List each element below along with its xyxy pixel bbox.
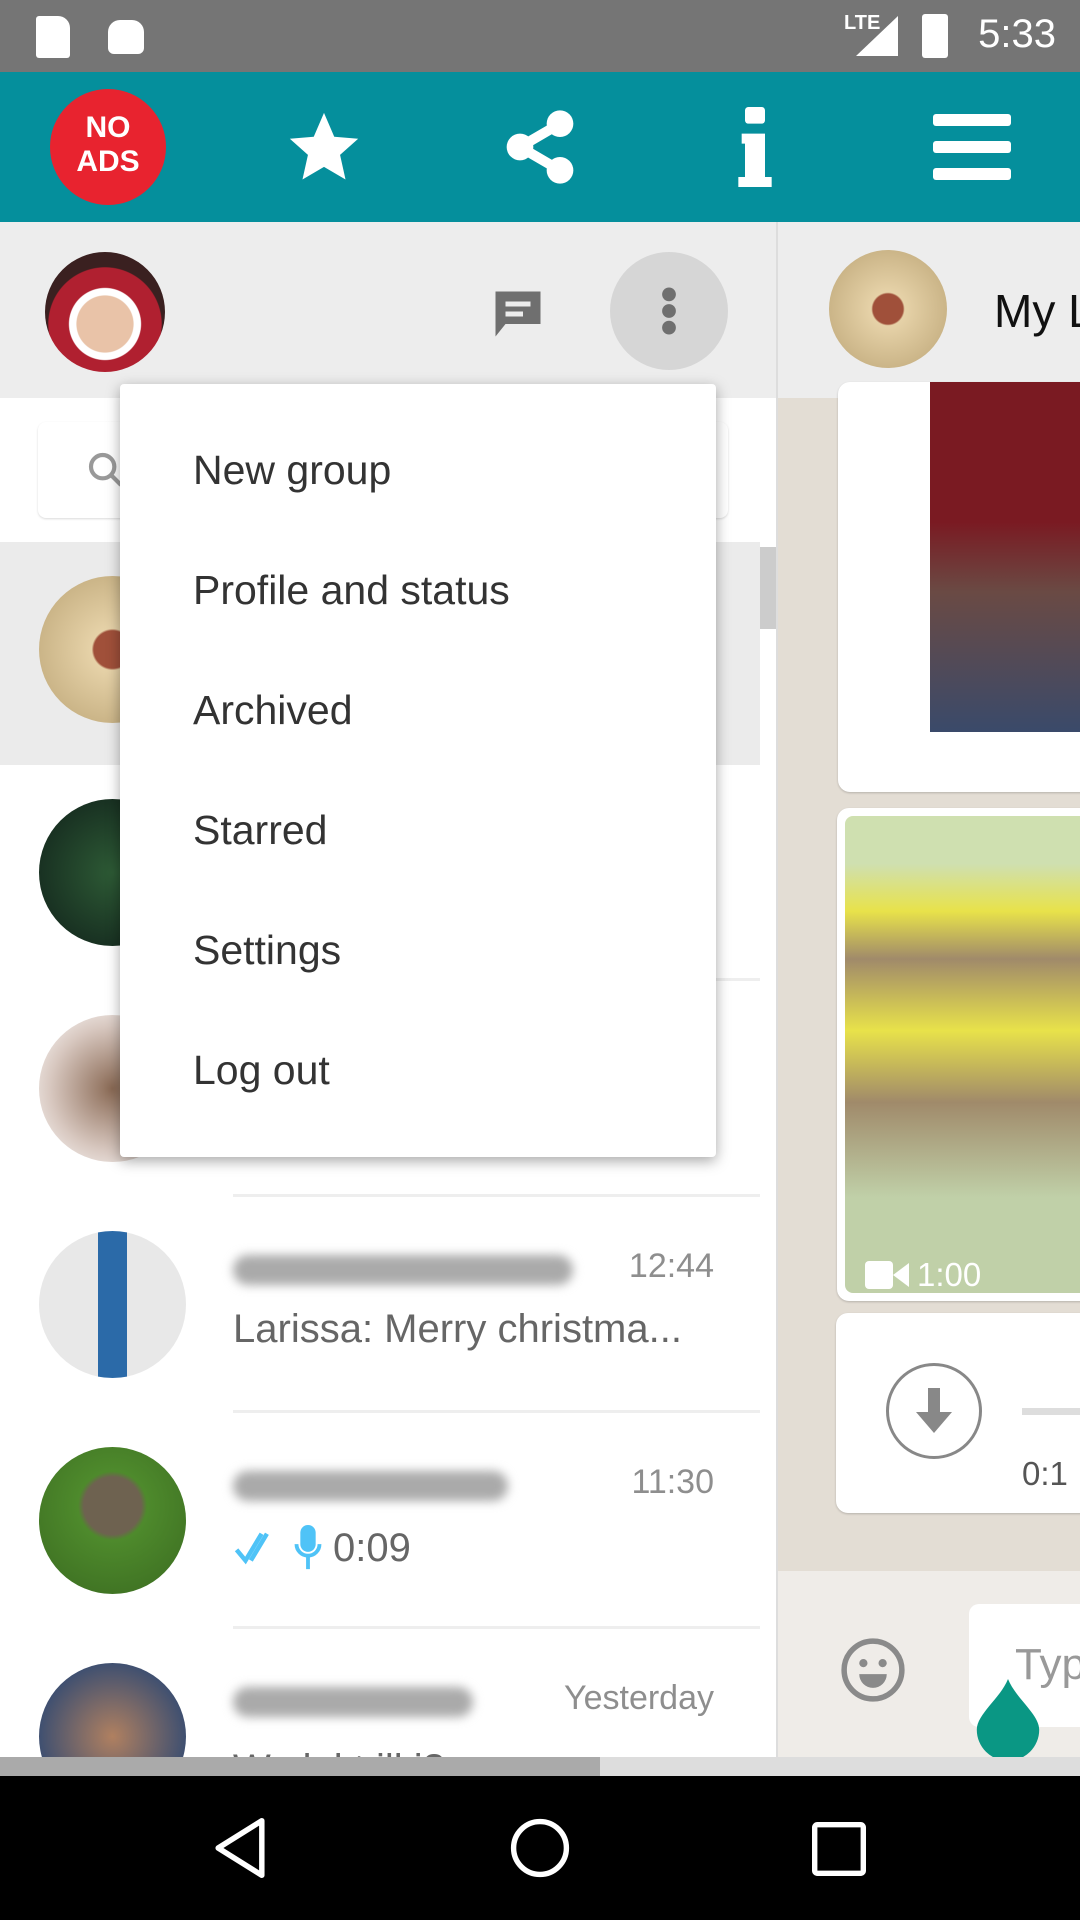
- new-chat-button[interactable]: [488, 284, 548, 344]
- chat-time: 11:30: [631, 1463, 714, 1501]
- chat-time: Yesterday: [564, 1679, 714, 1717]
- menu-item-starred[interactable]: Starred: [120, 770, 716, 890]
- contact-name-blurred: [233, 1687, 473, 1717]
- chat-list-header: [0, 222, 776, 398]
- navigation-bar: [0, 1776, 1080, 1920]
- voice-message[interactable]: 0:1: [836, 1313, 1080, 1513]
- conversation-avatar: [829, 250, 947, 368]
- no-ads-button[interactable]: NO ADS: [50, 89, 166, 205]
- image-thumbnail: [930, 382, 1080, 732]
- signal-icon: [856, 16, 898, 56]
- hamburger-menu-button[interactable]: [897, 72, 1047, 222]
- info-icon: [738, 107, 772, 187]
- sd-card-icon: [36, 16, 70, 58]
- list-scrollbar[interactable]: [760, 547, 776, 629]
- share-button[interactable]: [465, 72, 615, 222]
- menu-icon: [933, 114, 1011, 180]
- star-icon: [289, 112, 359, 180]
- horizontal-scroll-thumb[interactable]: [0, 1757, 600, 1776]
- conversation-header[interactable]: My L: [778, 222, 1080, 398]
- battery-charging-icon: [922, 14, 948, 58]
- chat-avatar: [39, 1663, 186, 1757]
- voice-progress-track[interactable]: [1022, 1408, 1080, 1415]
- chat-time: 12:44: [628, 1247, 714, 1285]
- share-icon: [506, 110, 574, 184]
- overflow-menu: New group Profile and status Archived St…: [120, 384, 716, 1157]
- input-bar: Typ: [778, 1571, 1080, 1757]
- menu-item-new-group[interactable]: New group: [120, 410, 716, 530]
- my-profile-avatar[interactable]: [45, 252, 165, 372]
- contact-name-blurred: [233, 1255, 573, 1285]
- no-ads-label-bottom: ADS: [76, 145, 140, 178]
- clock: 5:33: [978, 12, 1056, 56]
- menu-item-log-out[interactable]: Log out: [120, 1010, 716, 1130]
- horizontal-scrollbar[interactable]: [0, 1757, 1080, 1776]
- recents-icon[interactable]: [812, 1822, 866, 1876]
- star-button[interactable]: [249, 72, 399, 222]
- chat-row[interactable]: 12:44 Larissa: Merry christma...: [0, 1197, 760, 1413]
- voice-duration: 0:1: [1022, 1455, 1068, 1492]
- cursor-handle-icon[interactable]: [976, 1679, 1040, 1757]
- no-ads-label-top: NO: [85, 111, 131, 144]
- chat-row[interactable]: 11:30 0:09: [0, 1413, 760, 1629]
- chat-last-message: Wa lal t ill i?: [233, 1747, 445, 1757]
- image-message[interactable]: [838, 382, 1080, 792]
- menu-item-settings[interactable]: Settings: [120, 890, 716, 1010]
- menu-item-profile-and-status[interactable]: Profile and status: [120, 530, 716, 650]
- download-icon: [916, 1388, 952, 1433]
- info-button[interactable]: [680, 72, 830, 222]
- chat-row[interactable]: Yesterday Wa lal t ill i?: [0, 1629, 760, 1757]
- more-options-button[interactable]: [610, 252, 728, 370]
- android-icon: [108, 20, 144, 54]
- video-message[interactable]: 1:00: [837, 808, 1080, 1301]
- conversation-panel: My L 1:00 0:1 Typ: [778, 222, 1080, 1757]
- video-camera-icon: [865, 1261, 909, 1289]
- more-vert-icon: [662, 287, 676, 335]
- status-bar: LTE 5:33: [0, 0, 1080, 72]
- download-button[interactable]: [886, 1363, 982, 1459]
- chat-avatar: [39, 1231, 186, 1378]
- video-thumbnail: [845, 816, 1080, 1293]
- chat-last-message: Larissa: Merry christma...: [233, 1307, 682, 1351]
- home-icon[interactable]: [510, 1818, 570, 1878]
- chat-avatar: [39, 1447, 186, 1594]
- read-ticks-icon: [234, 1532, 269, 1565]
- emoji-icon[interactable]: [840, 1637, 906, 1703]
- microphone-icon: [294, 1525, 322, 1570]
- back-icon[interactable]: [212, 1818, 268, 1878]
- contact-name-blurred: [233, 1471, 508, 1501]
- menu-item-archived[interactable]: Archived: [120, 650, 716, 770]
- conversation-title: My L: [994, 285, 1080, 337]
- chat-last-message: 0:09: [333, 1525, 411, 1570]
- new-chat-icon: [495, 291, 541, 337]
- video-duration: 1:00: [917, 1256, 982, 1293]
